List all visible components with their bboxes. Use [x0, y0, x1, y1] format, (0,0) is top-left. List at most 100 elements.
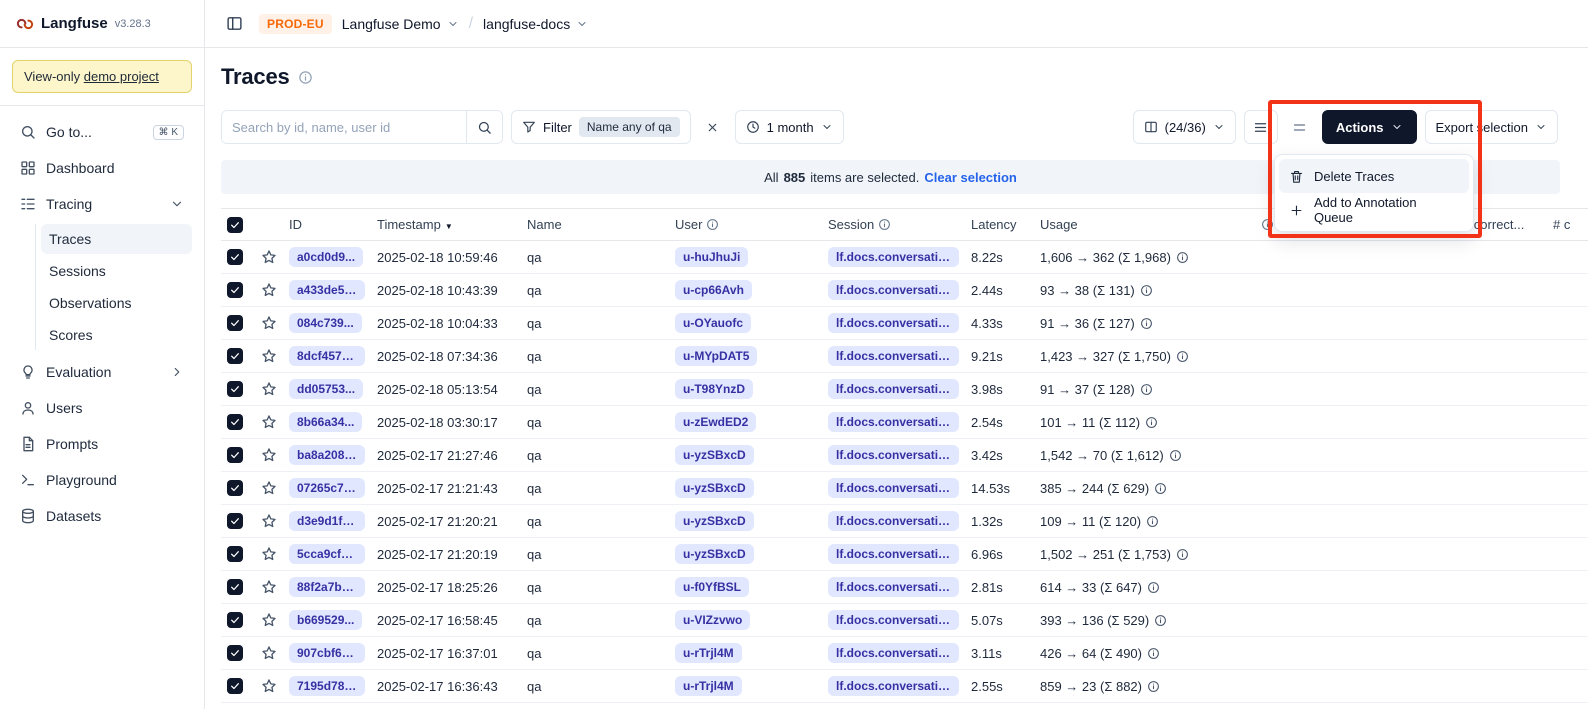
session-badge[interactable]: lf.docs.conversation... [828, 610, 959, 630]
row-checkbox[interactable] [227, 480, 243, 496]
session-badge[interactable]: lf.docs.conversation... [828, 379, 959, 399]
table-row[interactable]: d3e9d1f2... 2025-02-17 21:20:21 qa u-yzS… [221, 505, 1588, 538]
row-checkbox[interactable] [227, 381, 243, 397]
session-badge[interactable]: lf.docs.conversation... [828, 313, 959, 333]
column-header-usage[interactable]: Usage [1034, 209, 1255, 241]
table-row[interactable]: dd05753... 2025-02-18 05:13:54 qa u-T98Y… [221, 373, 1588, 406]
table-row[interactable]: b669529... 2025-02-17 16:58:45 qa u-VIZz… [221, 604, 1588, 637]
row-checkbox[interactable] [227, 645, 243, 661]
trace-id-badge[interactable]: ba8a208f... [289, 445, 365, 465]
trace-id-badge[interactable]: 88f2a7b0... [289, 577, 365, 597]
table-row[interactable]: ba8a208f... 2025-02-17 21:27:46 qa u-yzS… [221, 439, 1588, 472]
user-badge[interactable]: u-huJhuJi [675, 247, 748, 267]
user-badge[interactable]: u-yzSBxcD [675, 511, 754, 531]
actions-button[interactable]: Actions [1322, 110, 1417, 144]
session-badge[interactable]: lf.docs.conversation... [828, 577, 959, 597]
sidebar-item-sessions[interactable]: Sessions [41, 256, 192, 286]
column-header-extra[interactable]: # c [1547, 209, 1588, 241]
row-checkbox[interactable] [227, 315, 243, 331]
column-header-user[interactable]: User [669, 209, 822, 241]
table-row[interactable]: 907cbf6e... 2025-02-17 16:37:01 qa u-rTr… [221, 637, 1588, 670]
star-icon[interactable] [261, 381, 277, 397]
column-header-id[interactable]: ID [283, 209, 371, 241]
user-badge[interactable]: u-cp66Avh [675, 280, 752, 300]
trace-id-badge[interactable]: a433de51... [289, 280, 365, 300]
session-badge[interactable]: lf.docs.conversation... [828, 544, 959, 564]
user-badge[interactable]: u-rTrjl4M [675, 676, 742, 696]
user-badge[interactable]: u-MYpDAT5 [675, 346, 757, 366]
trace-id-badge[interactable]: 084c739... [289, 313, 362, 333]
select-all-checkbox[interactable] [227, 217, 243, 233]
trace-id-badge[interactable]: b669529... [289, 610, 362, 630]
star-icon[interactable] [261, 414, 277, 430]
star-icon[interactable] [261, 447, 277, 463]
menu-item-delete-traces[interactable]: Delete Traces [1279, 159, 1469, 193]
row-checkbox[interactable] [227, 612, 243, 628]
star-icon[interactable] [261, 546, 277, 562]
user-badge[interactable]: u-yzSBxcD [675, 478, 754, 498]
table-row[interactable]: 8dcf4574... 2025-02-18 07:34:36 qa u-MYp… [221, 340, 1588, 373]
trace-id-badge[interactable]: a0cd0d9... [289, 247, 363, 267]
star-icon[interactable] [261, 513, 277, 529]
sidebar-item-observations[interactable]: Observations [41, 288, 192, 318]
table-row[interactable]: a0cd0d9... 2025-02-18 10:59:46 qa u-huJh… [221, 241, 1588, 274]
search-button[interactable] [466, 111, 502, 143]
user-badge[interactable]: u-yzSBxcD [675, 445, 754, 465]
sidebar-item-tracing[interactable]: Tracing [12, 188, 192, 220]
table-row[interactable]: a433de51... 2025-02-18 10:43:39 qa u-cp6… [221, 274, 1588, 307]
sidebar-item-goto[interactable]: Go to... ⌘ K [12, 116, 192, 148]
sidebar-item-datasets[interactable]: Datasets [12, 500, 192, 532]
clear-selection-link[interactable]: Clear selection [924, 170, 1017, 185]
trace-id-badge[interactable]: 907cbf6e... [289, 643, 365, 663]
sidebar-item-users[interactable]: Users [12, 392, 192, 424]
user-badge[interactable]: u-rTrjl4M [675, 643, 742, 663]
row-checkbox[interactable] [227, 513, 243, 529]
column-header-timestamp[interactable]: Timestamp▼ [371, 209, 521, 241]
user-badge[interactable]: u-T98YnzD [675, 379, 753, 399]
session-badge[interactable]: lf.docs.conversation... [828, 643, 959, 663]
trace-id-badge[interactable]: 7195d78e... [289, 676, 365, 696]
export-selection-button[interactable]: Export selection [1425, 110, 1559, 144]
session-badge[interactable]: lf.docs.conversation... [828, 280, 959, 300]
trace-id-badge[interactable]: 8dcf4574... [289, 346, 365, 366]
filter-button[interactable]: Filter Name any of qa [511, 110, 691, 144]
row-checkbox[interactable] [227, 282, 243, 298]
user-badge[interactable]: u-OYauofc [675, 313, 751, 333]
session-badge[interactable]: lf.docs.conversation... [828, 346, 959, 366]
sidebar-item-prompts[interactable]: Prompts [12, 428, 192, 460]
user-badge[interactable]: u-f0YfBSL [675, 577, 749, 597]
demo-project-link[interactable]: demo project [84, 69, 159, 84]
star-icon[interactable] [261, 645, 277, 661]
column-header-session[interactable]: Session [822, 209, 965, 241]
row-checkbox[interactable] [227, 678, 243, 694]
row-height-compact-button[interactable] [1244, 110, 1278, 144]
sidebar-item-traces[interactable]: Traces [41, 224, 192, 254]
trace-id-badge[interactable]: 07265c7a... [289, 478, 365, 498]
column-header-name[interactable]: Name [521, 209, 669, 241]
session-badge[interactable]: lf.docs.conversation... [828, 511, 959, 531]
column-visibility-button[interactable]: (24/36) [1133, 110, 1236, 144]
table-row[interactable]: 5cca9cf2... 2025-02-17 21:20:19 qa u-yzS… [221, 538, 1588, 571]
row-checkbox[interactable] [227, 348, 243, 364]
org-switcher[interactable]: Langfuse Demo [342, 16, 459, 32]
sidebar-item-evaluation[interactable]: Evaluation [12, 356, 192, 388]
row-checkbox[interactable] [227, 579, 243, 595]
star-icon[interactable] [261, 480, 277, 496]
row-checkbox[interactable] [227, 249, 243, 265]
trace-id-badge[interactable]: dd05753... [289, 379, 363, 399]
column-header-latency[interactable]: Latency [965, 209, 1034, 241]
session-badge[interactable]: lf.docs.conversation... [828, 412, 959, 432]
table-row[interactable]: 7195d78e... 2025-02-17 16:36:43 qa u-rTr… [221, 670, 1588, 703]
project-switcher[interactable]: langfuse-docs [483, 16, 588, 32]
trace-id-badge[interactable]: 8b66a34... [289, 412, 362, 432]
trace-id-badge[interactable]: 5cca9cf2... [289, 544, 365, 564]
time-range-button[interactable]: 1 month [735, 110, 844, 144]
sidebar-toggle-button[interactable] [219, 9, 249, 39]
sidebar-item-dashboard[interactable]: Dashboard [12, 152, 192, 184]
session-badge[interactable]: lf.docs.conversation... [828, 478, 959, 498]
table-row[interactable]: 88f2a7b0... 2025-02-17 18:25:26 qa u-f0Y… [221, 571, 1588, 604]
table-row[interactable]: 07265c7a... 2025-02-17 21:21:43 qa u-yzS… [221, 472, 1588, 505]
trace-id-badge[interactable]: d3e9d1f2... [289, 511, 365, 531]
clear-filter-button[interactable] [699, 110, 727, 144]
star-icon[interactable] [261, 282, 277, 298]
